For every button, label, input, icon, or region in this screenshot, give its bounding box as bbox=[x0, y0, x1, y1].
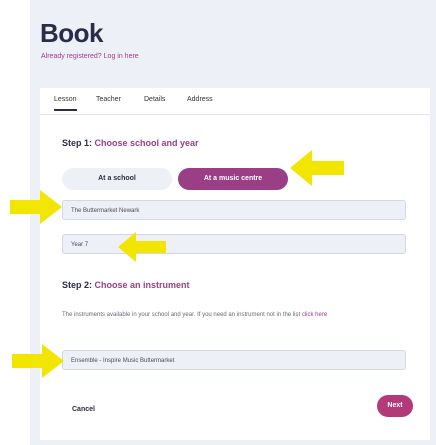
tab-details[interactable]: Details bbox=[144, 96, 165, 109]
tabs-divider bbox=[40, 114, 430, 115]
step2-label: Step 2: bbox=[62, 280, 93, 290]
step1-heading: Step 1: Choose school and year bbox=[62, 138, 199, 148]
step2-title: Choose an instrument bbox=[94, 280, 190, 290]
instrument-select[interactable]: Ensemble - Inspire Music Buttermarket bbox=[62, 350, 406, 370]
page-title: Book bbox=[40, 18, 104, 48]
step1-label: Step 1: bbox=[62, 138, 93, 148]
booking-card: Lesson Teacher Details Address Step 1: C… bbox=[40, 88, 430, 440]
booking-page: Book Already registered? Log in here Les… bbox=[30, 0, 436, 445]
arrow-icon bbox=[12, 344, 64, 378]
arrow-icon bbox=[290, 150, 344, 186]
year-select[interactable]: Year 7 bbox=[62, 234, 406, 254]
next-button[interactable]: Next bbox=[377, 395, 413, 417]
cancel-button[interactable]: Cancel bbox=[72, 406, 95, 413]
login-prompt: Already registered? Log in here bbox=[41, 53, 139, 60]
arrow-icon bbox=[118, 232, 166, 262]
arrow-icon bbox=[10, 190, 62, 224]
tab-address[interactable]: Address bbox=[187, 96, 213, 109]
tab-lesson[interactable]: Lesson bbox=[54, 96, 77, 111]
login-prompt-text: Already registered? bbox=[41, 53, 102, 60]
step2-heading: Step 2: Choose an instrument bbox=[62, 280, 190, 290]
at-a-music-centre-button[interactable]: At a music centre bbox=[178, 168, 288, 190]
instrument-description: The instruments available in your school… bbox=[62, 310, 402, 320]
at-a-school-button[interactable]: At a school bbox=[62, 168, 172, 190]
instrument-description-text: The instruments available in your school… bbox=[62, 312, 301, 318]
tab-teacher[interactable]: Teacher bbox=[96, 96, 121, 109]
music-centre-select[interactable]: The Buttermarket Newark bbox=[62, 200, 406, 220]
step1-title: Choose school and year bbox=[94, 138, 199, 148]
instrument-click-here-link[interactable]: click here bbox=[302, 312, 327, 318]
login-link[interactable]: Log in here bbox=[104, 53, 139, 60]
